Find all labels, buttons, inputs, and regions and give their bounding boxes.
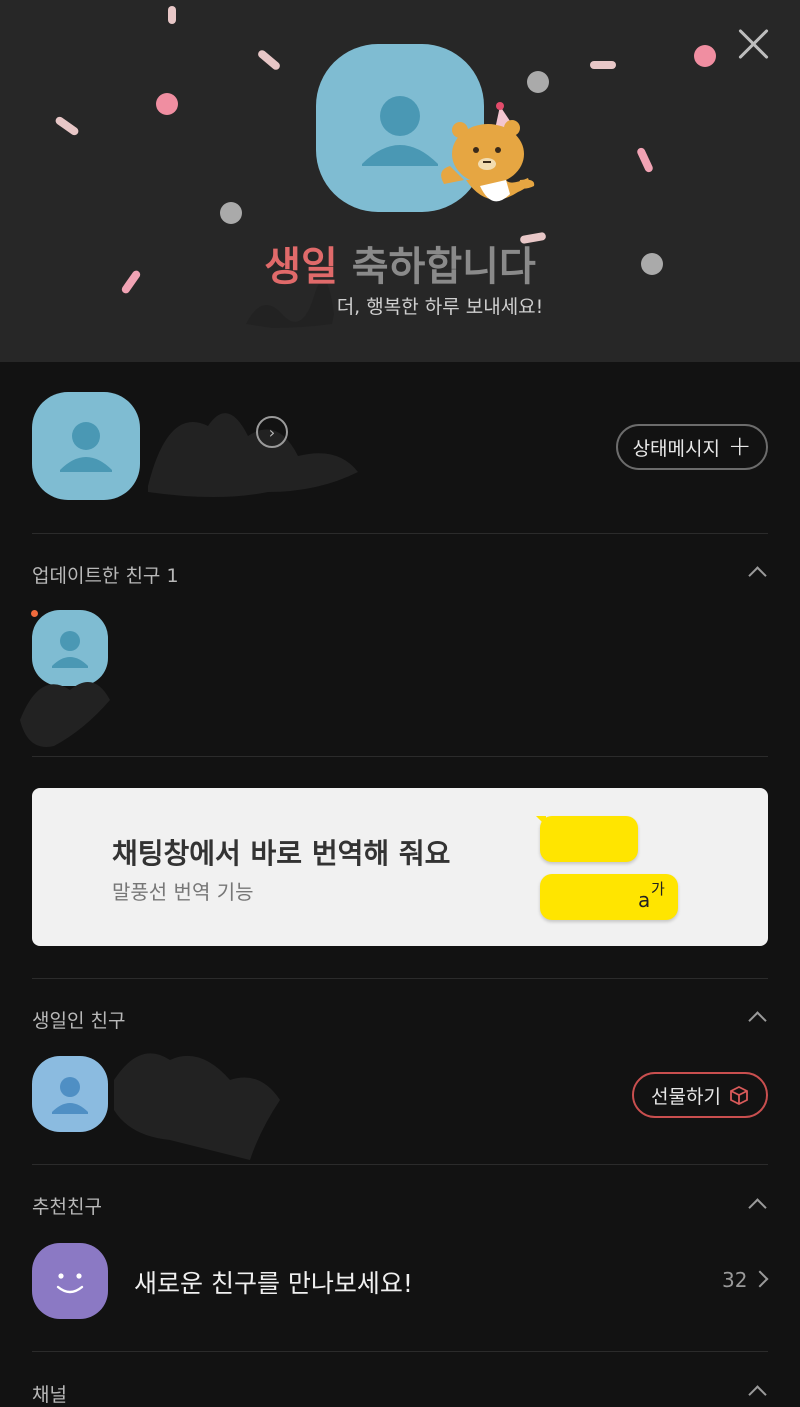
confetti-piece (590, 61, 616, 69)
plus-icon: + (727, 428, 752, 462)
person-icon (52, 1077, 88, 1114)
divider (32, 978, 768, 979)
redaction-scribble (114, 1053, 280, 1160)
confetti-piece (168, 6, 176, 24)
confetti-dot (527, 71, 549, 93)
divider (32, 1351, 768, 1352)
status-message-button[interactable]: 상태메시지 + (616, 424, 768, 470)
caret-up-icon[interactable] (748, 563, 766, 581)
bubble-tail (536, 816, 546, 826)
new-dot (31, 610, 38, 617)
section-channel-title: 채널 (32, 1384, 67, 1406)
confetti-piece (635, 146, 655, 174)
section-birthday-friends-title: 생일인 친구 (32, 1010, 126, 1032)
caret-up-icon[interactable] (748, 1195, 766, 1213)
redaction-scribble (148, 413, 358, 497)
confetti-piece (54, 115, 80, 137)
smiley-icon (56, 1273, 84, 1294)
recommend-count: 32 (722, 1268, 748, 1292)
birthday-friend-avatar[interactable] (32, 1056, 108, 1132)
section-recommended-title: 추천친구 (32, 1196, 102, 1218)
chevron-right-icon[interactable] (751, 1270, 769, 1288)
caret-up-icon[interactable] (748, 1382, 766, 1400)
redaction-scribble (20, 682, 110, 747)
party-character-icon (441, 102, 535, 202)
gift-icon (730, 1085, 748, 1105)
my-avatar[interactable] (32, 392, 140, 500)
translation-ad-card[interactable]: 채팅창에서 바로 번역해 줘요 말풍선 번역 기능 a 가 (32, 788, 768, 946)
divider (32, 756, 768, 757)
chevron-right-icon[interactable]: › (256, 416, 288, 448)
confetti-dot (156, 93, 178, 115)
ad-subtitle: 말풍선 번역 기능 (112, 880, 254, 904)
ad-title: 채팅창에서 바로 번역해 줘요 (112, 837, 451, 870)
gift-button[interactable]: 선물하기 (632, 1072, 768, 1118)
section-updated-friends-title: 업데이트한 친구 1 (32, 565, 179, 587)
confetti-piece (256, 48, 282, 72)
close-icon[interactable] (736, 26, 772, 62)
birthday-subtitle: 더, 행복한 하루 보내세요! (336, 296, 544, 318)
confetti-dot (694, 45, 716, 67)
redaction-scribble (246, 284, 334, 328)
caret-up-icon[interactable] (748, 1008, 766, 1026)
person-icon (60, 422, 112, 472)
recommend-text[interactable]: 새로운 친구를 만나보세요! (134, 1264, 413, 1300)
bubble-korean-glyph: 가 (651, 880, 665, 898)
birthday-title: 생일 축하합니다 (264, 244, 536, 290)
bubble-latin-glyph: a (638, 888, 651, 912)
birthday-banner: 생일 축하합니다 더, 행복한 하루 보내세요! (0, 0, 800, 362)
recommend-avatar[interactable] (32, 1243, 108, 1319)
divider (32, 533, 768, 534)
confetti-dot (220, 202, 242, 224)
chat-bubble-top (540, 816, 638, 862)
divider (32, 1164, 768, 1165)
